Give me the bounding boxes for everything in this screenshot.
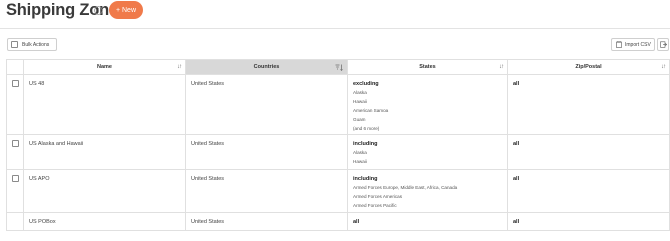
bulk-actions-button[interactable]: Bulk Actions xyxy=(7,38,57,51)
header-divider xyxy=(0,28,670,29)
countries-value: United States xyxy=(191,219,225,225)
countries-value: United States xyxy=(191,141,225,147)
states-mode: all xyxy=(353,219,360,225)
zip-cell: all xyxy=(507,134,670,170)
column-label-countries: Countries xyxy=(253,64,280,70)
zip-cell: all xyxy=(507,74,670,135)
countries-cell: United States xyxy=(185,169,348,213)
zip-cell: all xyxy=(507,169,670,213)
header-checkbox-cell xyxy=(6,59,24,75)
table-row[interactable]: US Alaska and Hawaii United States inclu… xyxy=(6,134,670,170)
state-item: (and 6 more) xyxy=(353,126,380,131)
state-item: Hawaii xyxy=(353,159,367,164)
state-item: Alaska xyxy=(353,150,367,155)
export-button[interactable] xyxy=(657,38,669,51)
name-cell[interactable]: US Alaska and Hawaii xyxy=(23,134,186,170)
info-icon[interactable] xyxy=(94,6,103,15)
countries-cell: United States xyxy=(185,134,348,170)
state-item: Armed Forces Pacific xyxy=(353,203,397,208)
column-label-zip: Zip/Postal xyxy=(575,64,602,70)
zone-name[interactable]: US POBox xyxy=(24,213,185,226)
column-header-name[interactable]: Name ↓↑ xyxy=(23,59,186,75)
name-cell[interactable]: US APO xyxy=(23,169,186,213)
states-cell: including Alaska Hawaii xyxy=(347,134,508,170)
table-row[interactable]: US APO United States including Armed For… xyxy=(6,169,670,213)
state-item: American Samoa xyxy=(353,108,389,113)
sort-icon[interactable]: ↓↑ xyxy=(499,64,504,70)
table-header-row: Name ↓↑ Countries States ↓↑ Zip/Postal ↓… xyxy=(6,59,670,75)
import-csv-button[interactable]: Import CSV xyxy=(611,38,655,51)
sort-icon[interactable]: ↓↑ xyxy=(177,64,182,70)
states-mode: including xyxy=(353,176,378,182)
table-row[interactable]: US POBox United States all all xyxy=(6,212,670,231)
states-cell: all xyxy=(347,212,508,231)
new-zone-button[interactable]: + New xyxy=(109,1,143,19)
row-checkbox[interactable] xyxy=(11,175,19,182)
row-checkbox-cell xyxy=(6,134,24,170)
state-item: Armed Forces Americas xyxy=(353,194,403,199)
column-label-states: States xyxy=(419,64,436,70)
select-all-checkbox[interactable] xyxy=(11,41,18,48)
name-cell[interactable]: US 48 xyxy=(23,74,186,135)
column-header-zip[interactable]: Zip/Postal ↓↑ xyxy=(507,59,670,75)
row-checkbox-cell xyxy=(6,74,24,135)
column-header-countries[interactable]: Countries xyxy=(185,59,348,75)
zip-value: all xyxy=(513,176,520,182)
row-checkbox-cell xyxy=(6,212,24,231)
zone-name[interactable]: US 48 xyxy=(24,75,185,88)
state-item: Alaska xyxy=(353,90,367,95)
countries-value: United States xyxy=(191,81,225,87)
bulk-actions-label: Bulk Actions xyxy=(22,41,50,48)
state-item: Guam xyxy=(353,117,366,122)
zone-name[interactable]: US Alaska and Hawaii xyxy=(24,135,185,148)
row-checkbox[interactable] xyxy=(11,80,19,87)
zone-name[interactable]: US APO xyxy=(24,170,185,183)
export-icon xyxy=(659,41,667,48)
name-cell[interactable]: US POBox xyxy=(23,212,186,231)
countries-cell: United States xyxy=(185,74,348,135)
import-csv-label: Import CSV xyxy=(625,41,651,48)
state-item: Armed Forces Europe, Middle East, Africa… xyxy=(353,185,458,190)
filter-sort-icon[interactable] xyxy=(335,64,343,71)
column-label-name: Name xyxy=(97,64,112,70)
page-header: Shipping Zones + New xyxy=(0,0,670,28)
row-checkbox[interactable] xyxy=(11,140,19,147)
countries-cell: United States xyxy=(185,212,348,231)
shipping-zones-table: Name ↓↑ Countries States ↓↑ Zip/Postal ↓… xyxy=(6,59,670,231)
zip-value: all xyxy=(513,141,520,147)
zip-value: all xyxy=(513,81,520,87)
sort-icon[interactable]: ↓↑ xyxy=(661,64,666,70)
clipboard-icon xyxy=(616,41,622,48)
states-mode: excluding xyxy=(353,81,379,87)
row-checkbox-cell xyxy=(6,169,24,213)
column-header-states[interactable]: States ↓↑ xyxy=(347,59,508,75)
state-item: Hawaii xyxy=(353,99,367,104)
states-cell: including Armed Forces Europe, Middle Ea… xyxy=(347,169,508,213)
states-mode: including xyxy=(353,141,378,147)
zip-cell: all xyxy=(507,212,670,231)
zip-value: all xyxy=(513,219,520,225)
countries-value: United States xyxy=(191,176,225,182)
table-row[interactable]: US 48 United States excluding Alaska Haw… xyxy=(6,74,670,135)
states-cell: excluding Alaska Hawaii American Samoa G… xyxy=(347,74,508,135)
